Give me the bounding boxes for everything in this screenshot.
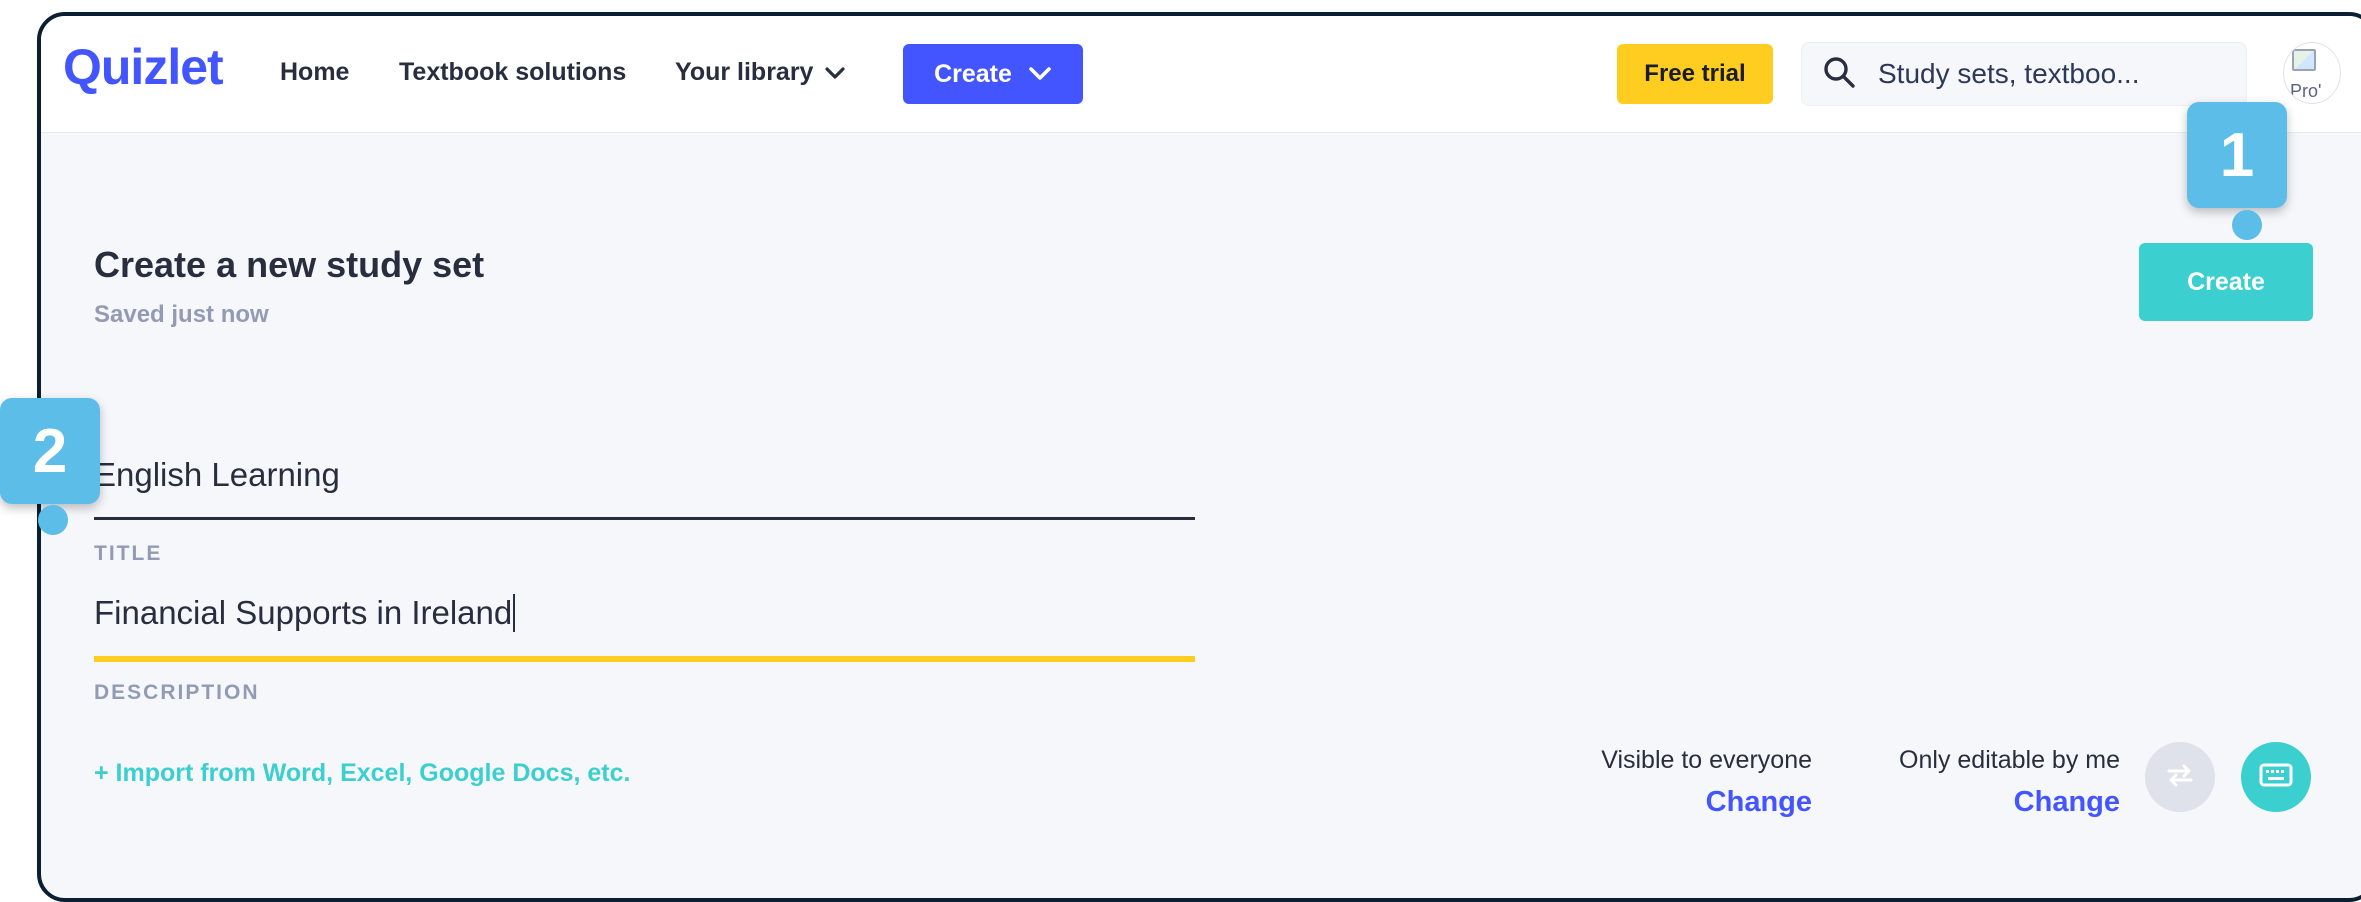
description-field[interactable]: Financial Supports in Ireland xyxy=(94,594,516,632)
title-field[interactable]: English Learning xyxy=(94,456,340,494)
broken-image-icon xyxy=(2292,49,2316,71)
swap-terms-button[interactable] xyxy=(2145,742,2215,812)
visibility-status: Visible to everyone xyxy=(1601,746,1812,774)
search-icon xyxy=(1822,55,1856,94)
saved-status: Saved just now xyxy=(94,301,269,328)
search-input[interactable]: Study sets, textboo... xyxy=(1878,58,2139,90)
quizlet-logo[interactable]: Quizlet xyxy=(63,38,224,96)
create-menu-label: Create xyxy=(934,59,1012,88)
search-bar[interactable]: Study sets, textboo... xyxy=(1801,42,2247,106)
step-callout-1: 1 xyxy=(2187,102,2287,208)
top-navigation: Quizlet Home Textbook solutions Your lib… xyxy=(41,16,2361,133)
visibility-change-link[interactable]: Change xyxy=(1530,786,1812,819)
step-callout-2: 2 xyxy=(0,398,100,504)
description-field-underline xyxy=(94,656,1195,662)
swap-icon xyxy=(2163,762,2197,793)
nav-home[interactable]: Home xyxy=(280,58,349,87)
title-label: TITLE xyxy=(94,542,163,565)
nav-textbook-solutions[interactable]: Textbook solutions xyxy=(399,58,626,87)
create-menu-button[interactable]: Create xyxy=(903,44,1083,104)
step-callout-1-pointer xyxy=(2232,210,2262,240)
step-callout-2-pointer xyxy=(38,505,68,535)
description-label: DESCRIPTION xyxy=(94,681,260,704)
keyboard-icon xyxy=(2259,762,2293,793)
edit-permission-change-link[interactable]: Change xyxy=(1830,786,2120,819)
text-caret xyxy=(513,594,516,632)
create-button[interactable]: Create xyxy=(2139,243,2313,321)
nav-your-library[interactable]: Your library xyxy=(675,58,846,87)
app-window: Quizlet Home Textbook solutions Your lib… xyxy=(37,12,2361,902)
chevron-down-icon xyxy=(1028,60,1052,89)
import-link[interactable]: + Import from Word, Excel, Google Docs, … xyxy=(94,759,630,788)
nav-your-library-label: Your library xyxy=(675,58,814,86)
chevron-down-icon xyxy=(825,58,846,87)
keyboard-shortcuts-button[interactable] xyxy=(2241,742,2311,812)
title-field-underline xyxy=(94,517,1195,520)
free-trial-button[interactable]: Free trial xyxy=(1617,44,1773,104)
avatar-alt-text: Pro' xyxy=(2290,81,2322,101)
edit-permission-status: Only editable by me xyxy=(1899,746,2120,774)
page-title: Create a new study set xyxy=(94,244,485,285)
description-text: Financial Supports in Ireland xyxy=(94,594,513,631)
avatar[interactable]: Pro' xyxy=(2283,42,2341,104)
